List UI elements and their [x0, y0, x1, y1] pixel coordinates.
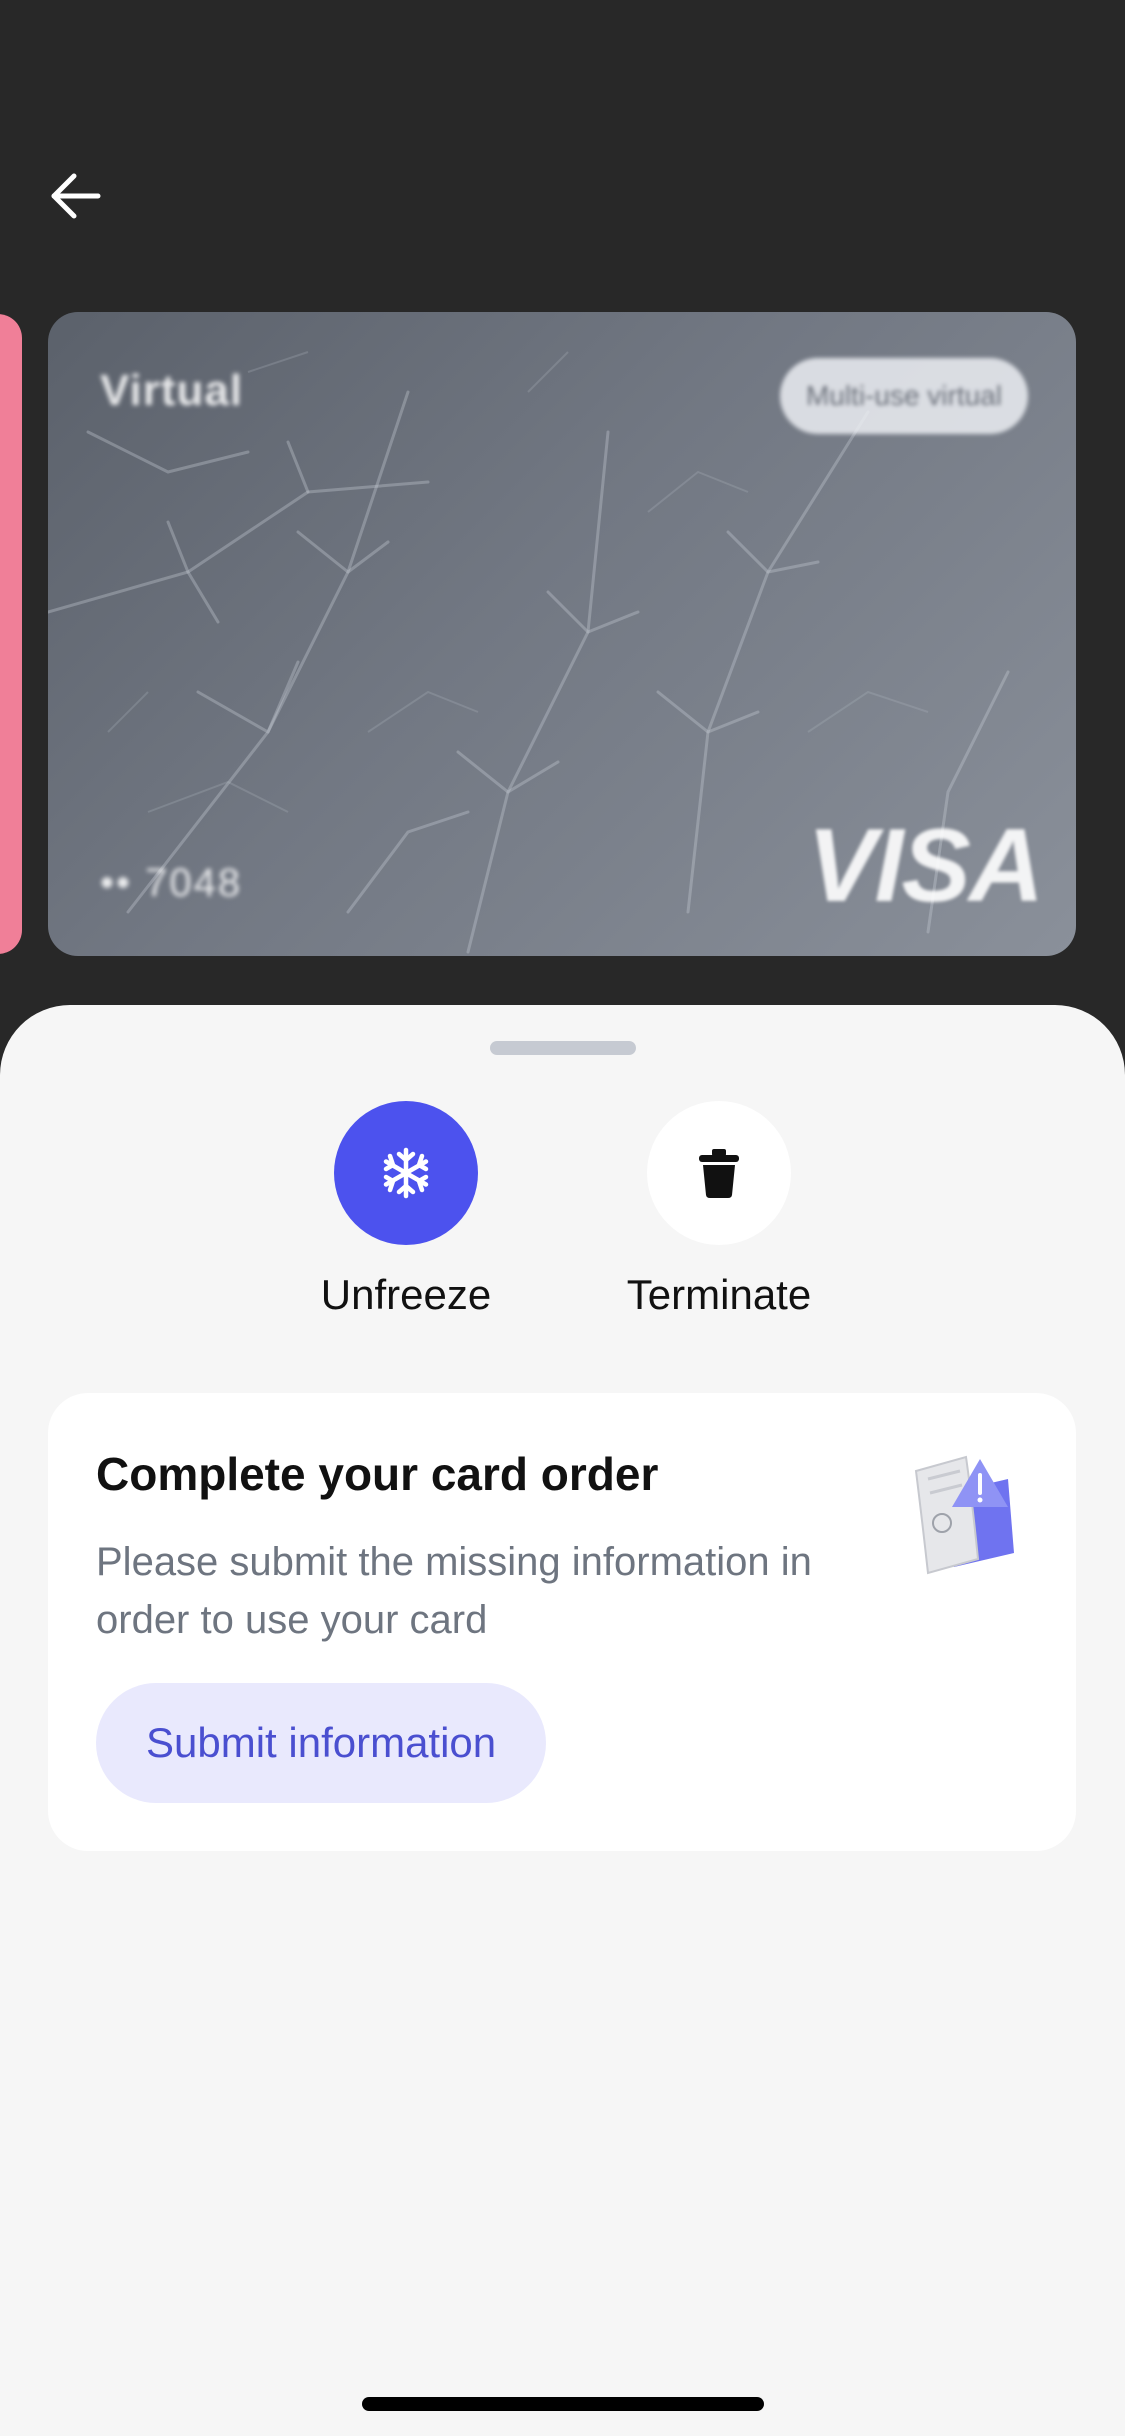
sheet-grabber[interactable] [490, 1041, 636, 1055]
document-warning-icon [914, 1455, 1014, 1575]
card-type-badge: Multi-use virtual [779, 358, 1028, 434]
card-number-last-digits: •• 7048 [100, 861, 243, 905]
terminate-button[interactable]: Terminate [609, 1101, 829, 1319]
unfreeze-button[interactable]: Unfreeze [296, 1101, 516, 1319]
previous-card-peek[interactable] [0, 314, 22, 954]
complete-order-card: Complete your card order Please submit t… [48, 1393, 1076, 1851]
home-indicator [362, 2397, 764, 2411]
submit-information-button[interactable]: Submit information [96, 1683, 547, 1803]
unfreeze-circle[interactable] [334, 1101, 478, 1245]
info-card-description: Please submit the missing information in… [96, 1540, 812, 1642]
virtual-card[interactable]: Virtual Multi-use virtual •• 7048 VISA [48, 312, 1076, 956]
terminate-label: Terminate [626, 1271, 812, 1318]
unfreeze-label: Unfreeze [320, 1271, 492, 1318]
info-card-title: Complete your card order [96, 1448, 659, 1500]
snowflake-icon [383, 1147, 429, 1199]
visa-logo: VISA [807, 808, 1044, 924]
card-name: Virtual [100, 366, 244, 415]
header-area: Virtual Multi-use virtual •• 7048 VISA [0, 0, 1125, 1100]
arrow-left-icon [51, 173, 101, 219]
trash-icon [699, 1149, 739, 1198]
back-button[interactable] [40, 160, 112, 232]
bottom-sheet: Unfreeze Terminate Complete your card or… [0, 1005, 1125, 2436]
terminate-circle[interactable] [647, 1101, 791, 1245]
